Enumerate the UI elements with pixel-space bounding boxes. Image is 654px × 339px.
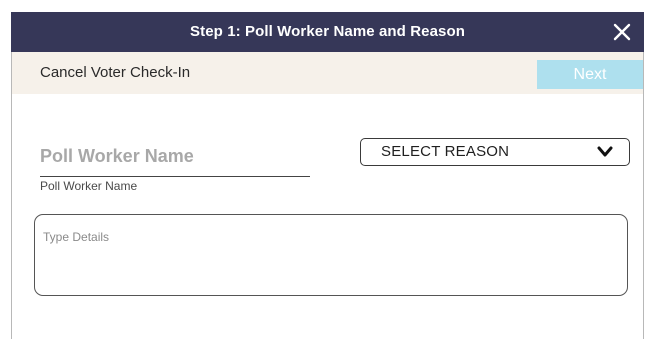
cancel-voter-check-in-link[interactable]: Cancel Voter Check-In [40,52,190,94]
poll-worker-dialog: Step 1: Poll Worker Name and Reason Canc… [11,12,644,339]
close-icon[interactable] [610,20,634,44]
poll-worker-name-label: Poll Worker Name [40,179,138,193]
dialog-titlebar: Step 1: Poll Worker Name and Reason [11,12,644,52]
select-reason-value: SELECT REASON [381,143,510,160]
next-button[interactable]: Next [537,60,643,89]
action-bar: Cancel Voter Check-In Next [12,52,643,94]
poll-worker-name-input[interactable] [40,141,310,177]
type-details-textarea[interactable] [34,214,628,296]
dialog-title: Step 1: Poll Worker Name and Reason [190,23,465,40]
chevron-down-icon [597,145,613,159]
select-reason-dropdown[interactable]: SELECT REASON [360,138,630,166]
